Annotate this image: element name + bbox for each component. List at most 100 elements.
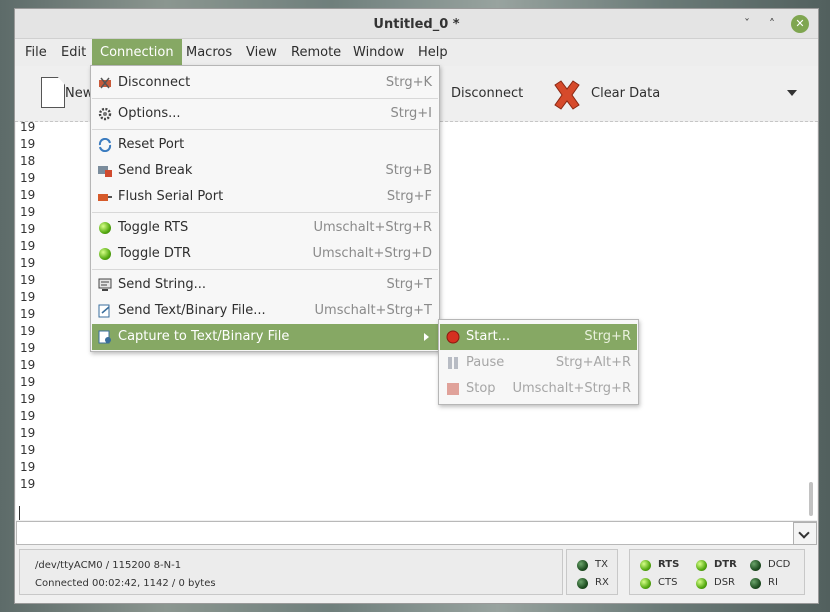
record-icon	[446, 330, 460, 344]
menu-remote[interactable]: Remote	[285, 39, 347, 66]
menu-item-shortcut: Strg+K	[385, 75, 432, 90]
send-file-icon	[98, 304, 110, 318]
maximize-button[interactable]: ˄	[763, 15, 781, 33]
terminal-line: 19	[20, 341, 36, 355]
submenu-arrow-icon	[424, 333, 429, 341]
menu-item-label: Options...	[118, 106, 181, 121]
menu-bar: File Edit Connection Macros View Remote …	[15, 39, 818, 66]
close-button[interactable]: ✕	[791, 15, 809, 33]
menu-item-shortcut: Strg+B	[385, 163, 432, 178]
rx-label: RX	[595, 577, 609, 588]
menu-connection[interactable]: Connection	[92, 39, 182, 66]
terminal-line: 19	[20, 256, 36, 270]
menu-separator	[92, 212, 438, 213]
terminal-line: 19	[20, 392, 36, 406]
dcd-led-icon	[750, 560, 761, 571]
send-input[interactable]	[16, 521, 817, 545]
menu-item-disconnect[interactable]: Disconnect Strg+K	[92, 70, 438, 96]
menu-item-label: Flush Serial Port	[118, 189, 224, 204]
tx-rx-leds: TX RX	[566, 549, 618, 595]
menu-view[interactable]: View	[240, 39, 283, 66]
menu-edit[interactable]: Edit	[55, 39, 92, 66]
terminal-line: 19	[20, 239, 36, 253]
stop-icon	[447, 383, 459, 395]
new-button[interactable]: New	[25, 66, 95, 122]
menu-macros[interactable]: Macros	[180, 39, 238, 66]
terminal-line: 19	[20, 358, 36, 372]
menu-separator	[92, 98, 438, 99]
menu-separator	[92, 269, 438, 270]
new-document-icon	[41, 77, 65, 108]
cts-led-icon	[640, 578, 651, 589]
submenu-item-stop: Stop Umschalt+Strg+R	[440, 376, 637, 402]
port-settings: /dev/ttyACM0 / 115200 8-N-1	[35, 560, 182, 571]
terminal-line: 19	[20, 290, 36, 304]
send-history-dropdown[interactable]	[793, 522, 817, 545]
rx-led-icon	[577, 578, 588, 589]
dsr-label: DSR	[714, 577, 735, 588]
chevron-down-icon[interactable]	[787, 90, 797, 96]
menu-item-shortcut: Umschalt+Strg+T	[314, 303, 432, 318]
ri-led-icon	[750, 578, 761, 589]
menu-item-send-file[interactable]: Send Text/Binary File... Umschalt+Strg+T	[92, 298, 438, 324]
dsr-led-icon	[696, 578, 707, 589]
disconnect-button[interactable]: Disconnect	[441, 66, 541, 122]
scrollbar-thumb[interactable]	[809, 482, 813, 516]
menu-help[interactable]: Help	[412, 39, 454, 66]
menu-item-label: Send String...	[118, 277, 207, 292]
clear-data-button[interactable]: Clear Data	[545, 66, 665, 122]
menu-item-capture[interactable]: Capture to Text/Binary File	[92, 324, 438, 350]
menu-item-shortcut: Strg+I	[390, 106, 432, 121]
terminal-line: 19	[20, 477, 36, 491]
tx-label: TX	[595, 559, 608, 570]
send-string-icon	[98, 278, 112, 291]
submenu-item-label: Start...	[466, 329, 511, 344]
menu-window[interactable]: Window	[347, 39, 410, 66]
terminal-line: 18	[20, 154, 36, 168]
menu-separator	[92, 129, 438, 130]
menu-item-shortcut: Strg+T	[386, 277, 432, 292]
terminal-line: 19	[20, 426, 36, 440]
red-x-icon	[554, 80, 580, 110]
menu-item-toggle-rts[interactable]: Toggle RTS Umschalt+Strg+R	[92, 215, 438, 241]
capture-submenu: Start... Strg+R Pause Strg+Alt+R Stop Um…	[438, 319, 639, 405]
submenu-item-label: Stop	[466, 381, 496, 396]
terminal-line: 19	[20, 137, 36, 151]
menu-item-flush-serial-port[interactable]: Flush Serial Port Strg+F	[92, 184, 438, 210]
menu-item-toggle-dtr[interactable]: Toggle DTR Umschalt+Strg+D	[92, 241, 438, 267]
menu-item-send-break[interactable]: Send Break Strg+B	[92, 158, 438, 184]
menu-item-label: Disconnect	[118, 75, 191, 90]
menu-item-reset-port[interactable]: Reset Port	[92, 132, 438, 158]
terminal-line: 19	[20, 122, 36, 134]
cts-label: CTS	[658, 577, 678, 588]
control-line-leds: RTS CTS DTR DSR DCD RI	[629, 549, 805, 595]
connection-menu: Disconnect Strg+K Options... Strg+I Rese…	[90, 65, 440, 352]
disconnect-label: Disconnect	[451, 86, 524, 101]
gear-icon	[98, 107, 112, 121]
menu-item-options[interactable]: Options... Strg+I	[92, 101, 438, 127]
menu-item-shortcut: Strg+F	[386, 189, 432, 204]
menu-item-label: Reset Port	[118, 137, 185, 152]
dtr-label: DTR	[714, 559, 737, 570]
chevron-down-icon	[798, 527, 810, 539]
tx-led-icon	[577, 560, 588, 571]
flush-icon	[98, 194, 112, 201]
rts-led-icon[interactable]	[640, 560, 651, 571]
dtr-led-icon[interactable]	[696, 560, 707, 571]
title-bar: Untitled_0 * ˇ ˄ ✕	[15, 9, 818, 39]
menu-item-label: Toggle DTR	[118, 246, 191, 261]
menu-item-send-string[interactable]: Send String... Strg+T	[92, 272, 438, 298]
disconnect-icon	[99, 77, 111, 89]
pause-icon	[448, 357, 458, 369]
terminal-line: 19	[20, 409, 36, 423]
submenu-item-shortcut: Umschalt+Strg+R	[512, 381, 631, 396]
clear-data-label: Clear Data	[591, 86, 661, 101]
rts-label: RTS	[658, 559, 680, 570]
minimize-button[interactable]: ˇ	[738, 15, 756, 33]
menu-item-label: Send Text/Binary File...	[118, 303, 266, 318]
submenu-item-shortcut: Strg+R	[584, 329, 631, 344]
terminal-line: 19	[20, 460, 36, 474]
menu-file[interactable]: File	[19, 39, 53, 66]
submenu-item-start[interactable]: Start... Strg+R	[440, 324, 637, 350]
menu-item-label: Toggle RTS	[118, 220, 189, 235]
